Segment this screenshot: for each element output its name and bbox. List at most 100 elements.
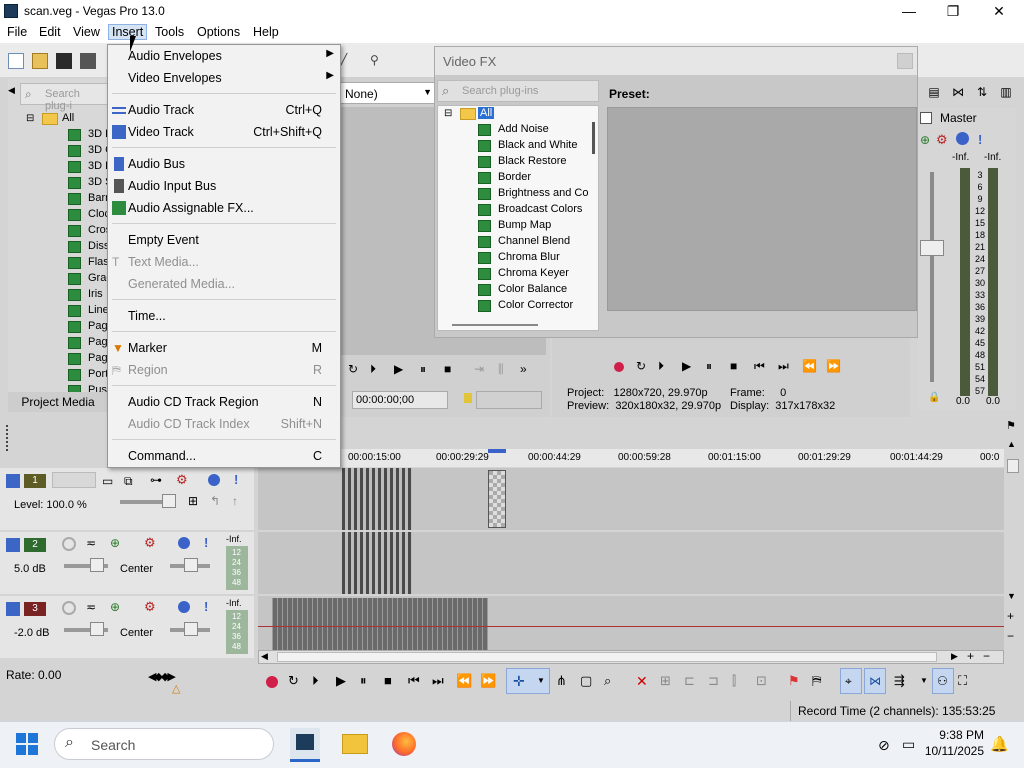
volume-envelope[interactable] [258,626,1004,627]
ripple-edit-icon[interactable]: ⇶ [894,673,905,689]
go-to-end-icon[interactable]: ⏭ [432,673,444,689]
stop-icon[interactable]: ■ [730,359,737,373]
snapping-button[interactable]: ⌖ [840,668,862,694]
properties-icon[interactable] [80,53,96,69]
rate-marker-icon[interactable]: △ [172,682,180,695]
loop-icon[interactable]: ↻ [348,362,358,376]
taskbar-vegas-button[interactable] [290,728,320,762]
pan-slider-handle[interactable] [184,558,198,572]
menu-edit[interactable]: Edit [39,25,61,39]
motion-blur-icon[interactable]: ⧉ [124,474,133,489]
timeline-vscroll[interactable]: ⚑ ▲ ▼ + − [1004,417,1024,665]
save-icon[interactable] [56,53,72,69]
plugin-tree-hscroll[interactable] [452,324,538,326]
track-menu-icon[interactable] [6,538,20,552]
edit-tool-button[interactable]: ✛ ▼ [506,668,550,694]
zoom-tool-icon[interactable]: ⌕ [604,673,611,689]
delete-icon[interactable]: ✕ [636,673,648,690]
track-header-1[interactable]: 1 Level: 100.0 % ⊞ ↰ ↑ ▭ ⧉ ⊶ ⚙! [0,468,254,530]
track-1-lane[interactable] [258,468,1004,530]
clock-time[interactable]: 9:38 PM [938,728,984,742]
display-icon[interactable]: ▭ [902,736,915,753]
menu-item-audio-assignable-fx[interactable]: Audio Assignable FX... [108,197,340,219]
mute-icon[interactable] [178,601,190,613]
play-icon[interactable]: ▶ [682,359,691,373]
solo-icon[interactable]: ! [978,132,982,147]
menu-file[interactable]: File [7,25,27,39]
menu-item-audio-cd-track-index[interactable]: Audio CD Track Index Shift+N [108,413,340,435]
overlays-icon[interactable]: ⇅ [974,84,990,100]
solo-icon[interactable]: ! [204,599,208,614]
menu-item-generated-media[interactable]: Generated Media... [108,273,340,295]
prev-frame-icon[interactable]: ⏮ [754,359,765,374]
zoom-out-icon[interactable]: − [983,649,990,663]
parent-icon[interactable]: ↰ [210,494,220,508]
stop-icon[interactable]: ■ [444,362,451,376]
record-icon[interactable] [614,362,624,372]
pause-icon[interactable]: ⏸ [706,359,712,374]
menu-item-region[interactable]: ⛿ Region R [108,359,340,381]
hscroll-thumb[interactable] [277,652,937,662]
zoom-in-icon[interactable]: + [1007,609,1014,623]
menu-item-command[interactable]: Command... C [108,445,340,467]
play-from-start-icon[interactable]: ⏵ [370,362,376,377]
record-icon[interactable] [266,676,278,688]
pause-icon[interactable]: ⏸ [360,673,367,689]
plugin-tree-scrollbar[interactable] [592,122,595,154]
add-to-timeline-icon[interactable]: ⇥ [474,362,484,376]
menu-item-audio-track[interactable]: Audio Track Ctrl+Q [108,99,340,121]
play-icon[interactable]: ▶ [336,673,346,689]
region-icon[interactable]: ⛿ [812,673,821,689]
loop-icon[interactable]: ↻ [636,359,646,373]
clock-date[interactable]: 10/11/2025 [922,744,984,758]
fx-icon[interactable]: ⊕ [110,600,120,614]
invert-phase-icon[interactable]: ≂ [86,600,96,614]
project-media-tab[interactable]: Project Media [8,392,108,412]
scroll-up-icon[interactable]: ▲ [1007,439,1016,449]
master-fader-handle[interactable] [920,240,944,256]
track-3-lane[interactable] [258,596,1004,658]
trim-start-icon[interactable]: ⊏ [684,673,695,689]
volume-slider-handle[interactable] [90,622,104,636]
tree-root-all[interactable]: All [62,112,74,124]
video-fx-close-icon[interactable] [897,53,913,69]
audio-wave-icon[interactable]: ⫼ [498,362,504,377]
close-button[interactable]: ✕ [976,0,1022,22]
open-folder-icon[interactable] [32,53,48,69]
go-to-start-icon[interactable]: ⏮ [408,673,420,689]
next-frame-icon[interactable]: ⏩ [480,673,496,689]
menu-help[interactable]: Help [253,25,279,39]
menu-item-video-track[interactable]: Video Track Ctrl+Shift+Q [108,121,340,143]
scroll-left-icon[interactable]: ◀ [261,651,268,662]
timeline-ruler[interactable]: 00:00:15:00 00:00:29:29 00:00:44:29 00:00:5… [258,449,1004,467]
track-menu-icon[interactable] [6,602,20,616]
fx-insert-icon[interactable]: ⊕ [920,133,930,147]
copy-snapshot-icon[interactable]: ▥ [998,84,1014,100]
arm-record-icon[interactable] [62,537,76,551]
preset-dropdown[interactable]: None) ▼ [340,82,436,104]
mute-icon[interactable] [208,474,220,486]
pin-icon[interactable]: ╱ [340,53,356,69]
vscroll-thumb[interactable] [1007,459,1019,473]
menu-item-audio-bus[interactable]: Audio Bus [108,153,340,175]
menu-options[interactable]: Options [197,25,240,39]
fast-forward-icon[interactable]: ⏩ [826,359,841,373]
firefox-icon[interactable] [392,732,416,756]
lock-icon[interactable]: 🔒 [928,392,940,403]
scroll-down-icon[interactable]: ▼ [1007,591,1016,601]
arm-record-icon[interactable] [62,601,76,615]
pan-slider-handle[interactable] [184,622,198,636]
menu-insert[interactable]: Insert [107,24,148,40]
envelope-tool-icon[interactable]: ⋔ [556,673,567,689]
mute-icon[interactable] [956,132,969,145]
play-from-start-icon[interactable]: ⏵ [312,673,319,689]
child-icon[interactable]: ↑ [232,494,238,508]
track-header-3[interactable]: 3 -2.0 dB ≂ ⊕ ⚙! Center -Inf. 12 24 36 48 [0,596,254,658]
prev-frame-icon[interactable]: ⏪ [456,673,472,689]
motion-icon[interactable]: ▭ [102,474,113,488]
menu-item-audio-envelopes[interactable]: Audio Envelopes ▶ [108,45,340,67]
pause-icon[interactable]: ⏸ [420,362,426,377]
rewind-icon[interactable]: ⏪ [802,359,817,373]
menu-item-marker[interactable]: ▼ Marker M [108,337,340,359]
zoom-out-icon[interactable]: − [1007,629,1014,643]
